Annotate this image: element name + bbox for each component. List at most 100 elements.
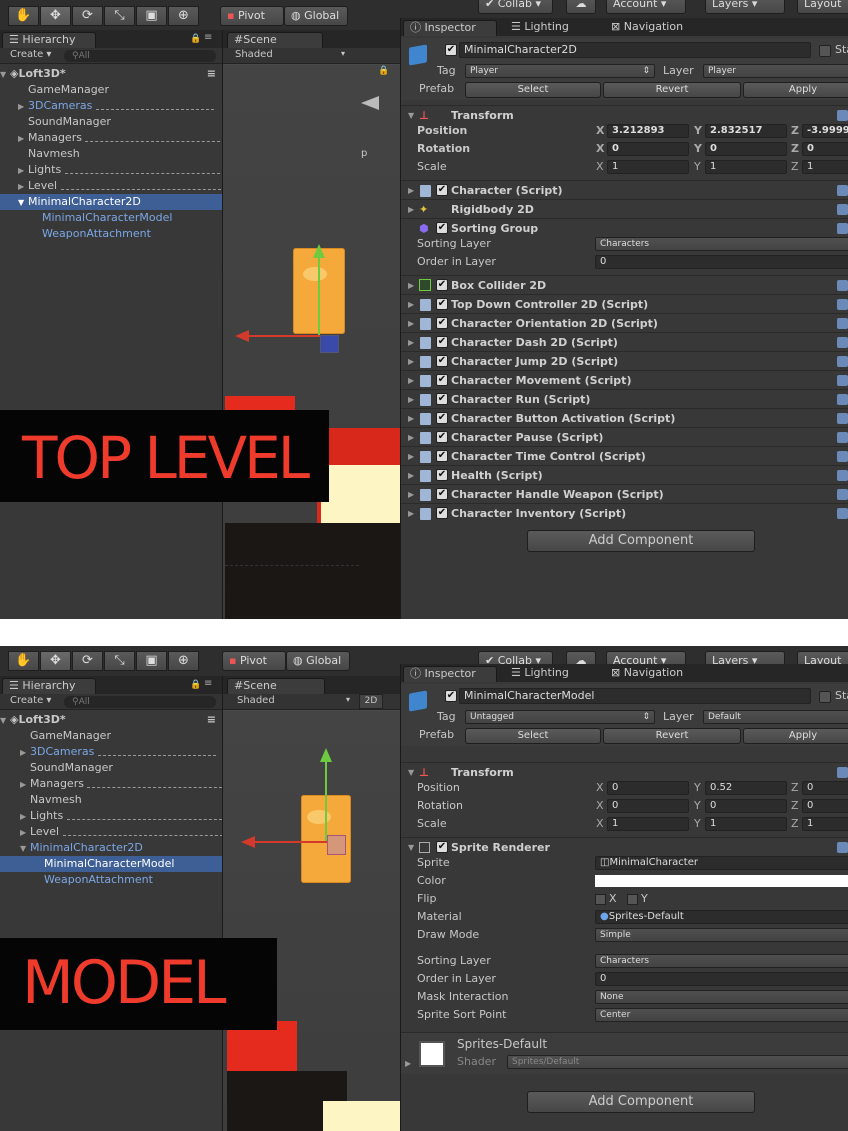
sorting-layer-dropdown[interactable]: Characters <box>595 237 848 251</box>
enable-checkbox[interactable]: ✔ <box>436 184 448 196</box>
enable-checkbox[interactable]: ✔ <box>436 412 448 424</box>
rect-tool-button[interactable]: ▣ <box>136 6 167 26</box>
component-header[interactable]: ▶ ✔ Character Jump 2D (Script) <box>401 351 848 370</box>
help-icon[interactable] <box>837 470 848 481</box>
help-icon[interactable] <box>837 337 848 348</box>
enable-checkbox[interactable]: ✔ <box>436 317 448 329</box>
tab-hierarchy[interactable]: ☰ Hierarchy <box>2 678 96 694</box>
tab-navigation[interactable]: ⊠ Navigation <box>605 20 705 36</box>
position-y-field[interactable]: 2.832517 <box>705 124 787 138</box>
tag-dropdown[interactable]: Player ⇕ <box>465 64 655 78</box>
move-tool-button[interactable]: ✥ <box>40 651 71 671</box>
help-icon[interactable] <box>837 185 848 196</box>
component-header[interactable]: ▶ ✔ Character Dash 2D (Script) <box>401 332 848 351</box>
position-x-field[interactable]: 0 <box>607 781 689 795</box>
help-icon[interactable] <box>837 508 848 519</box>
help-icon[interactable] <box>837 413 848 424</box>
tab-navigation[interactable]: ⊠ Navigation <box>605 666 705 682</box>
global-toggle[interactable]: ◍ Global <box>286 651 350 671</box>
rect-tool-button[interactable]: ▣ <box>136 651 167 671</box>
enable-checkbox[interactable]: ✔ <box>436 279 448 291</box>
scene-menu-icon[interactable]: ≡ <box>207 66 216 82</box>
enable-checkbox[interactable]: ✔ <box>436 469 448 481</box>
list-item[interactable]: ▶ 3DCameras <box>0 744 222 760</box>
help-icon[interactable] <box>837 842 848 853</box>
enable-checkbox[interactable]: ✔ <box>436 450 448 462</box>
scale-tool-button[interactable]: ⤡ <box>104 6 135 26</box>
prefab-apply-button[interactable]: Apply <box>743 728 848 744</box>
list-item-selected[interactable]: ▼ MinimalCharacter2D <box>0 194 222 210</box>
layout-dropdown[interactable]: Layout <box>797 0 848 14</box>
help-icon[interactable] <box>837 432 848 443</box>
component-header[interactable]: ▶ ✔ Character Time Control (Script) <box>401 446 848 465</box>
position-z-field[interactable]: -3.9999 <box>802 124 848 138</box>
component-header[interactable]: ▶ ✔ Top Down Controller 2D (Script) <box>401 294 848 313</box>
list-item[interactable]: ▶ Managers <box>0 776 222 792</box>
scene-view[interactable]: #Scene Shaded ▾ 2D <box>222 676 400 1131</box>
position-z-field[interactable]: 0 <box>802 781 848 795</box>
menu-icon[interactable]: ≡ <box>204 678 212 689</box>
rotation-z-field[interactable]: 0 <box>802 799 848 813</box>
list-item[interactable]: GameManager <box>0 82 222 98</box>
color-swatch[interactable] <box>595 875 848 887</box>
position-y-field[interactable]: 0.52 <box>705 781 787 795</box>
help-icon[interactable] <box>837 204 848 215</box>
tag-dropdown[interactable]: Untagged ⇕ <box>465 710 655 724</box>
prefab-select-button[interactable]: Select <box>465 728 601 744</box>
tab-scene[interactable]: #Scene <box>227 678 325 694</box>
enable-checkbox[interactable]: ✔ <box>436 222 448 234</box>
scene-root[interactable]: ▼ ◈Loft3D* ≡ <box>0 712 222 728</box>
order-in-layer-field[interactable]: 0 <box>595 972 848 986</box>
tab-inspector[interactable]: ⓘ Inspector <box>403 20 497 36</box>
collab-button[interactable]: ✔ Collab ▾ <box>478 0 553 14</box>
object-name-field[interactable]: MinimalCharacterModel <box>459 688 811 704</box>
scene-view[interactable]: #Scene Shaded ▾ 🔒 p <box>222 30 400 619</box>
rotation-z-field[interactable]: 0 <box>802 142 848 156</box>
tab-scene[interactable]: #Scene <box>227 32 323 48</box>
enable-checkbox[interactable]: ✔ <box>436 374 448 386</box>
help-icon[interactable] <box>837 299 848 310</box>
prefab-select-button[interactable]: Select <box>465 82 601 98</box>
shader-dropdown[interactable]: Sprites/Default <box>507 1055 848 1069</box>
menu-icon[interactable]: ≡ <box>204 32 212 43</box>
component-header[interactable]: ▶ ✔ Character (Script) <box>401 180 848 199</box>
create-dropdown[interactable]: Create ▾ <box>10 695 51 706</box>
list-item[interactable]: Navmesh <box>0 792 222 808</box>
scale-x-field[interactable]: 1 <box>607 817 689 831</box>
enable-checkbox[interactable]: ✔ <box>436 841 448 853</box>
component-header[interactable]: ▶ ✔ Character Button Activation (Script) <box>401 408 848 427</box>
prefab-revert-button[interactable]: Revert <box>603 82 741 98</box>
add-component-button[interactable]: Add Component <box>527 1091 755 1113</box>
active-checkbox[interactable]: ✔ <box>445 44 457 56</box>
flip-y-checkbox[interactable] <box>627 894 638 905</box>
static-checkbox[interactable] <box>819 45 831 57</box>
scale-y-field[interactable]: 1 <box>705 817 787 831</box>
material-block[interactable]: ▶ Sprites-Default Shader Sprites/Default <box>401 1032 848 1074</box>
tab-lighting[interactable]: ☰ Lighting <box>505 666 595 682</box>
rotation-y-field[interactable]: 0 <box>705 799 787 813</box>
list-item[interactable]: GameManager <box>0 728 222 744</box>
tab-hierarchy[interactable]: ☰ Hierarchy <box>2 32 96 48</box>
rotation-x-field[interactable]: 0 <box>607 799 689 813</box>
layer-dropdown[interactable]: Default <box>703 710 848 724</box>
layer-dropdown[interactable]: Player <box>703 64 848 78</box>
scale-y-field[interactable]: 1 <box>705 160 787 174</box>
list-item[interactable]: ▶ 3DCameras <box>0 98 222 114</box>
rotation-x-field[interactable]: 0 <box>607 142 689 156</box>
list-item[interactable]: ▶ Managers <box>0 130 222 146</box>
2d-toggle[interactable]: 2D <box>359 694 383 709</box>
material-field[interactable]: ●Sprites-Default <box>595 910 848 924</box>
order-in-layer-field[interactable]: 0 <box>595 255 848 269</box>
move-tool-button[interactable]: ✥ <box>40 6 71 26</box>
scale-z-field[interactable]: 1 <box>802 160 848 174</box>
draw-mode-dropdown[interactable]: Simple <box>595 928 848 942</box>
layers-dropdown[interactable]: Layers ▾ <box>705 0 785 14</box>
sprite-field[interactable]: ◫MinimalCharacter <box>595 856 848 870</box>
enable-checkbox[interactable]: ✔ <box>436 488 448 500</box>
help-icon[interactable] <box>837 110 848 121</box>
pivot-toggle[interactable]: ▪ Pivot <box>222 651 286 671</box>
list-item[interactable]: ▶ Level <box>0 824 222 840</box>
enable-checkbox[interactable]: ✔ <box>436 336 448 348</box>
component-header[interactable]: ▶ ✔ Character Orientation 2D (Script) <box>401 313 848 332</box>
enable-checkbox[interactable]: ✔ <box>436 431 448 443</box>
